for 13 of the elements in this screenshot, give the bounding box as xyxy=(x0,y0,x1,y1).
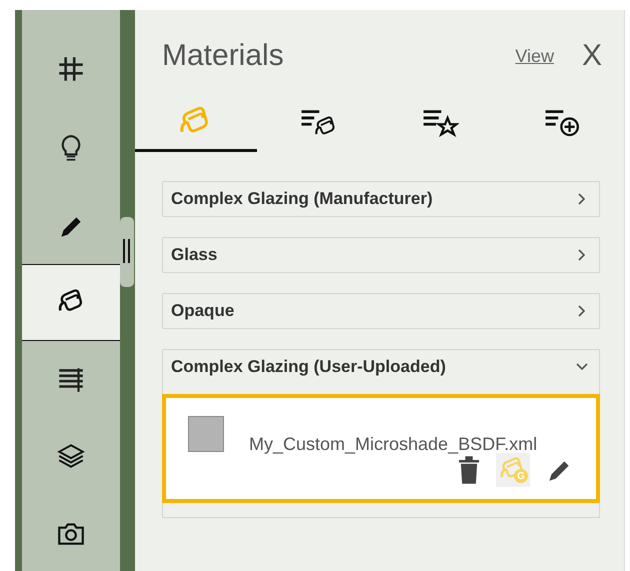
category-header[interactable]: Complex Glazing (Manufacturer) xyxy=(163,182,599,216)
close-button[interactable]: X xyxy=(582,39,602,73)
drag-handle-icon[interactable] xyxy=(120,217,134,287)
badge: G xyxy=(514,469,528,483)
category-header[interactable]: Opaque xyxy=(163,294,599,328)
sidebar-item[interactable] xyxy=(22,264,120,342)
material-name: My_Custom_Microshade_BSDF.xml xyxy=(249,434,538,455)
category-header[interactable]: Complex Glazing (User-Uploaded) xyxy=(163,350,599,384)
material-card[interactable]: My_Custom_Microshade_BSDF.xml G xyxy=(162,394,600,503)
category-header[interactable]: Glass xyxy=(163,238,599,272)
trash-icon xyxy=(456,455,482,485)
view-link[interactable]: View xyxy=(515,46,554,66)
panel-title: Materials xyxy=(162,39,285,73)
